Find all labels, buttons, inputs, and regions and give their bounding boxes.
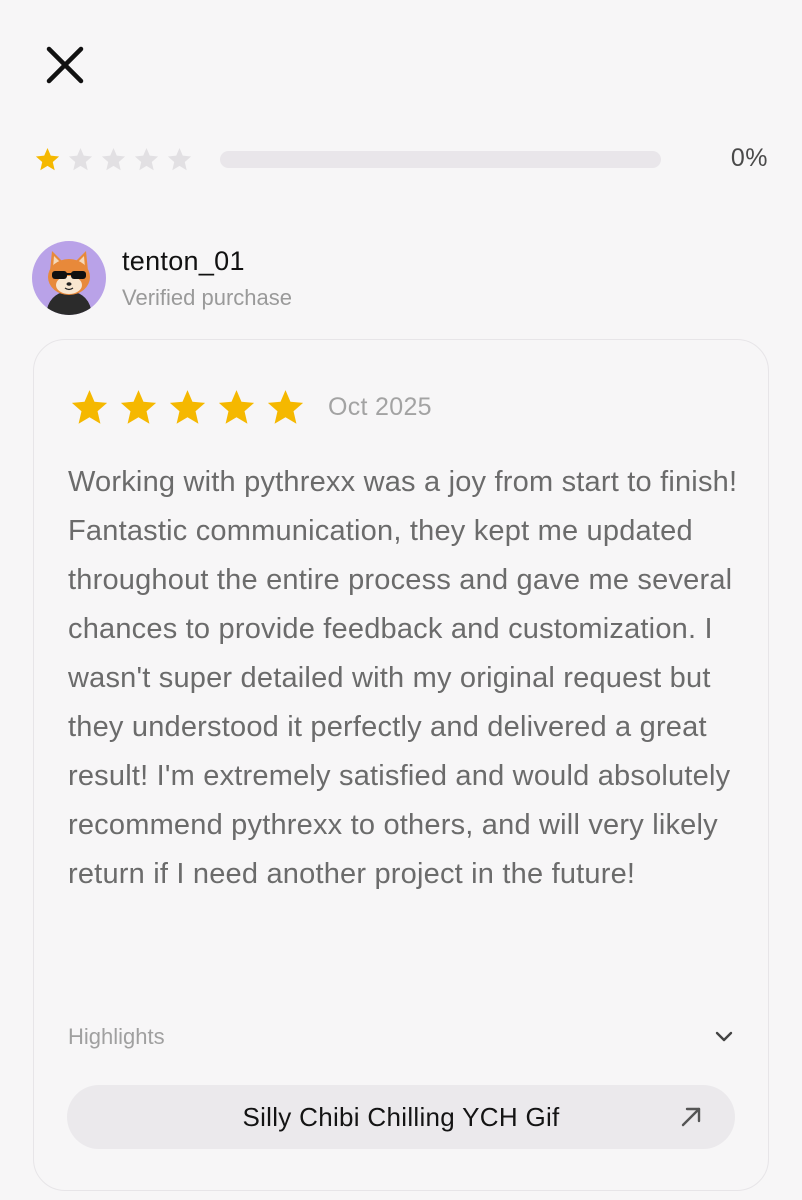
verified-purchase-label: Verified purchase [122, 284, 292, 310]
review-body: Working with pythrexx was a joy from sta… [68, 466, 738, 890]
star-empty-icon [167, 147, 192, 170]
reviewer-username[interactable]: tenton_01 [122, 246, 292, 277]
star-empty-icon [68, 147, 93, 170]
close-button[interactable] [40, 40, 90, 90]
review-detail-page: 0% tenton_01 Verified purchase Oct 2025 … [0, 0, 802, 1200]
review-card: Oct 2025 Working with pythrexx was a joy… [33, 339, 769, 1191]
star-empty-icon [134, 147, 159, 170]
avatar-shiba-icon [46, 251, 92, 315]
close-icon [46, 46, 84, 84]
star-filled-icon [120, 389, 157, 424]
reviewer-info: tenton_01 Verified purchase [32, 240, 292, 316]
review-date: Oct 2025 [328, 392, 432, 421]
highlights-label: Highlights [68, 1024, 165, 1049]
rating-progress-bar [220, 151, 661, 168]
rating-percent: 0% [730, 144, 768, 172]
star-filled-icon [267, 389, 304, 424]
star-filled-icon [169, 389, 206, 424]
star-filled-icon [35, 147, 60, 170]
avatar[interactable] [32, 241, 106, 315]
chevron-down-icon [715, 1031, 733, 1042]
product-link-label: Silly Chibi Chilling YCH Gif [242, 1101, 560, 1132]
review-star-rating [69, 387, 306, 428]
star-empty-icon [101, 147, 126, 170]
small-star-rating [34, 146, 220, 173]
product-link-button[interactable]: Silly Chibi Chilling YCH Gif [67, 1085, 735, 1149]
highlights-toggle[interactable]: Highlights [68, 1020, 734, 1054]
rating-breakdown-row: 0% [34, 142, 774, 176]
star-filled-icon [218, 389, 255, 424]
arrow-up-right-icon [681, 1107, 701, 1127]
star-filled-icon [71, 389, 108, 424]
